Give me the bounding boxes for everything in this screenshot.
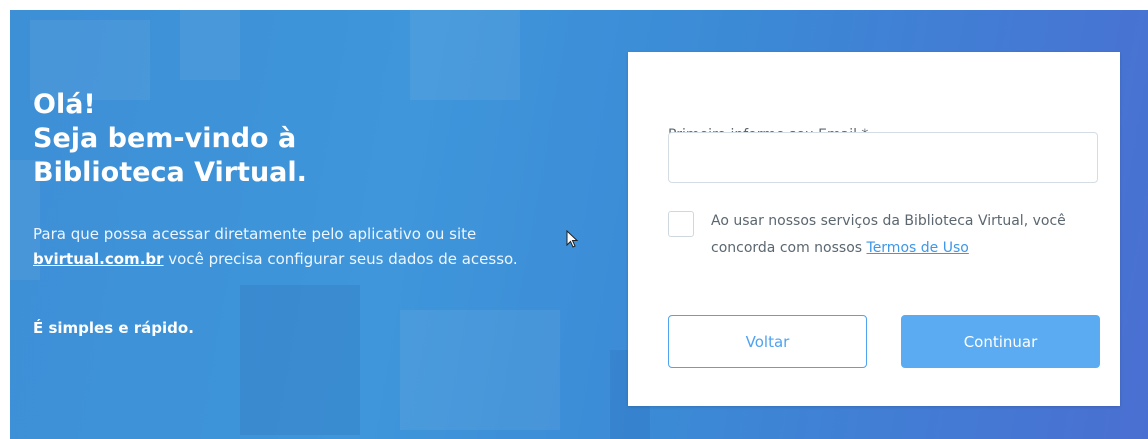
mouse-cursor-icon (566, 230, 579, 248)
intro-text: Para que possa acessar diretamente pelo … (33, 222, 553, 272)
greeting: Olá! (33, 89, 96, 120)
back-button[interactable]: Voltar (668, 315, 867, 368)
terms-of-use-link[interactable]: Termos de Uso (867, 240, 969, 256)
email-field[interactable] (668, 132, 1098, 183)
tagline: É simples e rápido. (33, 319, 194, 337)
login-card: Primeiro informe seu Email * Ao usar nos… (628, 52, 1120, 406)
terms-checkbox[interactable] (668, 211, 694, 237)
continue-button[interactable]: Continuar (901, 315, 1100, 368)
intro-text-start: Para que possa acessar diretamente pelo … (33, 225, 477, 243)
intro-text-end: você precisa configurar seus dados de ac… (163, 250, 518, 268)
bookshelf-background (410, 10, 520, 100)
site-link[interactable]: bvirtual.com.br (33, 250, 164, 268)
library-name: Biblioteca Virtual. (33, 157, 307, 188)
terms-text: Ao usar nossos serviços da Biblioteca Vi… (711, 208, 1106, 262)
bookshelf-background (180, 10, 240, 80)
bookshelf-background (400, 310, 560, 430)
welcome-heading: Olá! Seja bem-vindo à Biblioteca Virtual… (33, 88, 307, 190)
welcome-line: Seja bem-vindo à (33, 123, 297, 154)
bookshelf-background (240, 285, 360, 435)
